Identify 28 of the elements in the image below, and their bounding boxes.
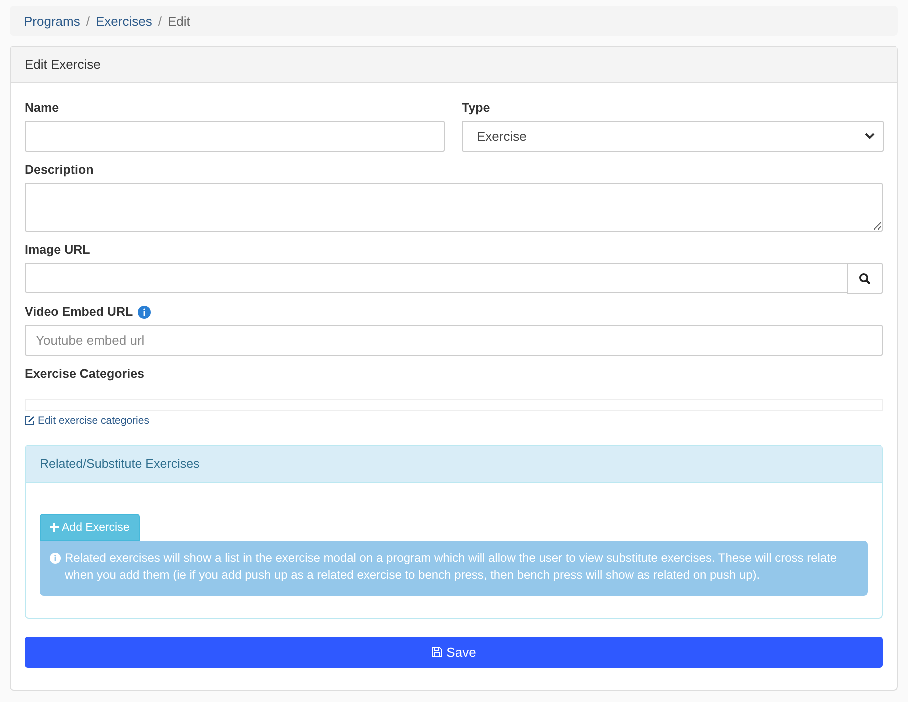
info-icon [138,306,152,318]
description-field[interactable] [25,183,883,232]
search-button[interactable] [847,263,883,294]
edit-categories-link[interactable]: Edit exercise categories [25,415,150,427]
video-url-field[interactable]: Youtube embed url [25,325,883,356]
search-icon [859,272,871,284]
field-label: Exercise Categories [25,367,145,381]
type-select[interactable]: Exercise [462,121,884,152]
breadcrumb-separator: / [86,14,90,28]
current-page-label: Edit [168,14,190,28]
name-field[interactable] [25,121,445,152]
info-icon [50,553,61,564]
plus-icon [50,523,59,532]
breadcrumb-link[interactable]: Programs [24,14,80,28]
field-label: Video Embed URL [25,305,134,319]
image-url-field[interactable] [25,263,847,293]
field-label: Type [462,101,490,115]
breadcrumb-link[interactable]: Exercises [96,14,152,28]
save-button[interactable]: Save [25,637,883,668]
edit-icon [25,416,35,426]
field-label: Name [25,101,60,115]
info-text: Related exercises will show a list in the exercise modal on a program which will allow the user to view substitute exercises. These will cross relate when you add them (ie if you add push up as a related exercise to bench press, then bench press will show as related on push up). [65,550,838,584]
breadcrumb-separator: / [158,14,162,28]
chevron-down-icon [865,133,875,140]
panel-title: Related/Substitute Exercises [40,457,200,471]
field-label: Description [25,163,94,177]
field-label: Image URL [25,243,90,257]
card-title: Edit Exercise [25,57,101,72]
